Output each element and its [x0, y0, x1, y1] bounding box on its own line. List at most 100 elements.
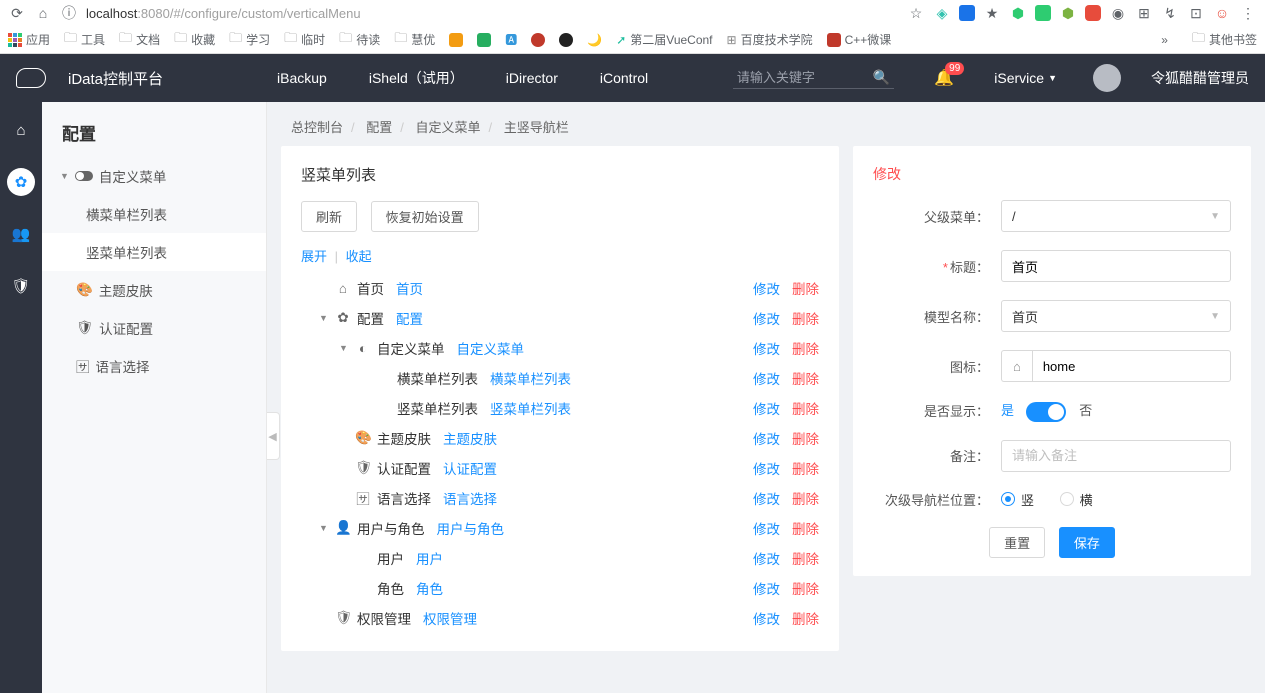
node-alias[interactable]: 配置 — [396, 308, 423, 328]
delete-link[interactable]: 删除 — [792, 552, 819, 567]
delete-link[interactable]: 删除 — [792, 312, 819, 327]
bookmark-item[interactable]: ➚第二届VueConf — [616, 31, 712, 48]
edit-link[interactable]: 修改 — [753, 342, 780, 357]
bookmark-item[interactable] — [531, 33, 545, 47]
node-alias[interactable]: 角色 — [416, 578, 443, 598]
node-alias[interactable]: 自定义菜单 — [457, 338, 525, 358]
save-button[interactable]: 保存 — [1059, 527, 1115, 558]
info-icon[interactable]: ⓘ — [60, 4, 78, 22]
ext-icon[interactable]: ⬢ — [1009, 4, 1027, 22]
node-alias[interactable]: 权限管理 — [423, 608, 477, 628]
menu-icon[interactable]: ⋮ — [1239, 4, 1257, 22]
bookmark-item[interactable] — [449, 33, 463, 47]
delete-link[interactable]: 删除 — [792, 372, 819, 387]
delete-link[interactable]: 删除 — [792, 402, 819, 417]
refresh-button[interactable]: 刷新 — [301, 201, 357, 232]
ext-icon[interactable] — [959, 5, 975, 21]
node-alias[interactable]: 用户 — [416, 548, 443, 568]
edit-link[interactable]: 修改 — [753, 372, 780, 387]
bookmark-item[interactable]: ⊞百度技术学院 — [727, 31, 813, 48]
rail-users[interactable]: 👥 — [7, 220, 35, 248]
search-icon[interactable]: 🔍 — [873, 69, 890, 86]
reset-button[interactable]: 重置 — [989, 527, 1045, 558]
sidebar-item-custom-menu[interactable]: ▼自定义菜单 — [42, 157, 266, 195]
edit-link[interactable]: 修改 — [753, 582, 780, 597]
restore-button[interactable]: 恢复初始设置 — [371, 201, 479, 232]
overflow-icon[interactable]: » — [1161, 33, 1168, 47]
ext-icon[interactable]: ⬢ — [1059, 4, 1077, 22]
caret-icon[interactable]: ▼ — [319, 523, 329, 533]
parent-select[interactable]: /▼ — [1001, 200, 1231, 232]
bookmark-item[interactable]: 🌙 — [587, 33, 602, 47]
sidebar-item-lang[interactable]: 🈂语言选择 — [42, 347, 266, 385]
sidebar-item-vertical[interactable]: 竖菜单栏列表 — [42, 233, 266, 271]
bookmark-folder[interactable]: 🗀慧优 — [394, 29, 435, 51]
bookmark-folder[interactable]: 🗀文档 — [119, 29, 160, 51]
reload-icon[interactable]: ⟳ — [8, 4, 26, 22]
show-switch[interactable] — [1026, 402, 1066, 422]
caret-icon[interactable]: ▼ — [339, 343, 349, 353]
expand-all[interactable]: 展开 — [301, 249, 327, 264]
edit-link[interactable]: 修改 — [753, 612, 780, 627]
delete-link[interactable]: 删除 — [792, 612, 819, 627]
delete-link[interactable]: 删除 — [792, 462, 819, 477]
apps-button[interactable]: 应用 — [8, 31, 50, 48]
collapse-all[interactable]: 收起 — [346, 249, 372, 264]
node-alias[interactable]: 语言选择 — [443, 488, 497, 508]
search-input[interactable] — [737, 70, 867, 85]
delete-link[interactable]: 删除 — [792, 582, 819, 597]
other-bookmarks[interactable]: 🗀其他书签 — [1192, 29, 1257, 51]
ext-icon[interactable]: ⊞ — [1135, 4, 1153, 22]
ext-icon[interactable] — [1035, 5, 1051, 21]
remark-input[interactable] — [1001, 440, 1231, 472]
radio-vertical[interactable]: 竖 — [1001, 490, 1034, 509]
node-alias[interactable]: 主题皮肤 — [443, 428, 497, 448]
nav-idirector[interactable]: iDirector — [496, 70, 568, 86]
ext-icon[interactable] — [1085, 5, 1101, 21]
edit-link[interactable]: 修改 — [753, 432, 780, 447]
sidebar-item-theme[interactable]: 🎨主题皮肤 — [42, 271, 266, 309]
ext-icon[interactable]: ★ — [983, 4, 1001, 22]
edit-link[interactable]: 修改 — [753, 492, 780, 507]
url[interactable]: localhost:8080/#/configure/custom/vertic… — [86, 6, 361, 21]
ext-icon[interactable]: ◈ — [933, 4, 951, 22]
crumb[interactable]: 总控制台 — [291, 120, 343, 135]
bookmark-folder[interactable]: 🗀学习 — [229, 29, 270, 51]
nav-ibackup[interactable]: iBackup — [267, 70, 337, 86]
caret-icon[interactable]: ▼ — [319, 313, 329, 323]
node-alias[interactable]: 首页 — [396, 278, 423, 298]
delete-link[interactable]: 删除 — [792, 342, 819, 357]
bookmark-folder[interactable]: 🗀临时 — [284, 29, 325, 51]
sidebar-item-horizontal[interactable]: 横菜单栏列表 — [42, 195, 266, 233]
edit-link[interactable]: 修改 — [753, 552, 780, 567]
node-alias[interactable]: 竖菜单栏列表 — [490, 398, 571, 418]
delete-link[interactable]: 删除 — [792, 522, 819, 537]
crumb[interactable]: 配置 — [366, 120, 392, 135]
title-input[interactable] — [1001, 250, 1231, 282]
bookmark-folder[interactable]: 🗀待读 — [339, 29, 380, 51]
rail-security[interactable]: 🛡 — [7, 272, 35, 300]
edit-link[interactable]: 修改 — [753, 462, 780, 477]
node-alias[interactable]: 认证配置 — [443, 458, 497, 478]
model-select[interactable]: 首页▼ — [1001, 300, 1231, 332]
bookmark-folder[interactable]: 🗀工具 — [64, 29, 105, 51]
bookmark-item[interactable] — [477, 33, 491, 47]
node-alias[interactable]: 横菜单栏列表 — [490, 368, 571, 388]
ext-icon[interactable]: ⊡ — [1187, 4, 1205, 22]
nav-isheld[interactable]: iSheld（试用） — [359, 68, 474, 88]
collapse-sidebar-handle[interactable]: ◀ — [267, 412, 280, 460]
icon-input[interactable] — [1032, 350, 1231, 382]
home-icon[interactable]: ⌂ — [34, 4, 52, 22]
ext-icon[interactable]: ↯ — [1161, 4, 1179, 22]
bookmark-item[interactable]: C++微课 — [827, 31, 892, 48]
delete-link[interactable]: 删除 — [792, 432, 819, 447]
delete-link[interactable]: 删除 — [792, 492, 819, 507]
rail-home[interactable]: ⌂ — [7, 116, 35, 144]
bookmark-folder[interactable]: 🗀收藏 — [174, 29, 215, 51]
ext-icon[interactable]: ☺ — [1213, 4, 1231, 22]
bookmark-item[interactable]: 🅰 — [505, 31, 517, 48]
rail-configure[interactable]: ✿ — [7, 168, 35, 196]
edit-link[interactable]: 修改 — [753, 522, 780, 537]
edit-link[interactable]: 修改 — [753, 282, 780, 297]
delete-link[interactable]: 删除 — [792, 282, 819, 297]
